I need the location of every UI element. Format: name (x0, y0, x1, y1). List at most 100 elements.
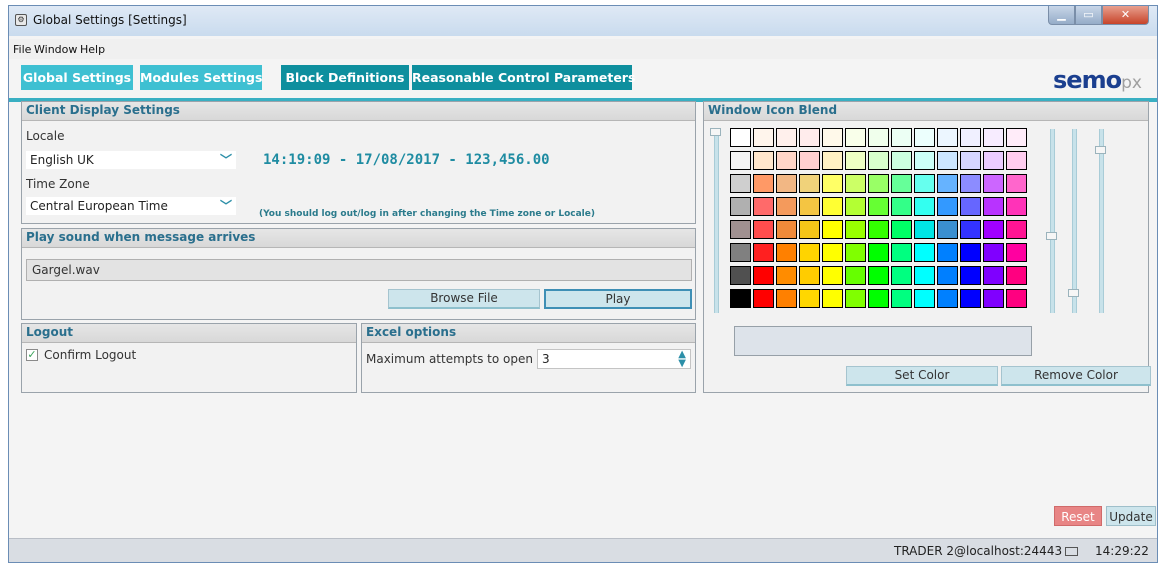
maximize-button[interactable]: ▭ (1075, 6, 1102, 25)
blue-slider-thumb[interactable] (1095, 146, 1106, 154)
color-swatch[interactable] (730, 151, 751, 170)
color-swatch[interactable] (914, 128, 935, 147)
color-swatch[interactable] (776, 128, 797, 147)
color-swatch[interactable] (891, 289, 912, 308)
color-swatch[interactable] (983, 220, 1004, 239)
color-swatch[interactable] (845, 266, 866, 285)
remove-color-button[interactable]: Remove Color (1001, 366, 1151, 386)
max-attempts-spinner[interactable]: 3 ▲ ▼ (537, 349, 691, 369)
color-swatch[interactable] (1006, 289, 1027, 308)
color-swatch[interactable] (799, 174, 820, 193)
color-swatch[interactable] (891, 220, 912, 239)
color-swatch[interactable] (753, 220, 774, 239)
color-swatch[interactable] (868, 220, 889, 239)
color-swatch[interactable] (983, 174, 1004, 193)
color-swatch[interactable] (891, 151, 912, 170)
sound-file-field[interactable]: Gargel.wav (26, 259, 692, 281)
color-swatch[interactable] (914, 289, 935, 308)
color-swatch[interactable] (937, 128, 958, 147)
color-swatch[interactable] (799, 197, 820, 216)
locale-dropdown[interactable]: English UK ﹀ (26, 151, 236, 169)
tab-block-definitions[interactable]: Block Definitions (281, 65, 409, 90)
brightness-slider[interactable] (714, 129, 719, 313)
red-slider-thumb[interactable] (1046, 232, 1057, 240)
color-swatch[interactable] (983, 243, 1004, 262)
color-swatch[interactable] (1006, 243, 1027, 262)
color-swatch[interactable] (891, 128, 912, 147)
color-swatch[interactable] (937, 197, 958, 216)
color-swatch[interactable] (1006, 174, 1027, 193)
tab-modules-settings[interactable]: Modules Settings (140, 65, 262, 90)
color-swatch[interactable] (753, 151, 774, 170)
color-swatch[interactable] (914, 266, 935, 285)
play-button[interactable]: Play (544, 289, 692, 309)
color-swatch[interactable] (960, 174, 981, 193)
color-swatch[interactable] (891, 243, 912, 262)
color-swatch[interactable] (845, 243, 866, 262)
color-swatch[interactable] (891, 197, 912, 216)
color-swatch[interactable] (730, 243, 751, 262)
color-swatch[interactable] (914, 197, 935, 216)
color-swatch[interactable] (822, 174, 843, 193)
color-swatch[interactable] (960, 243, 981, 262)
color-swatch[interactable] (845, 128, 866, 147)
reset-button[interactable]: Reset (1054, 506, 1102, 526)
color-swatch[interactable] (799, 151, 820, 170)
set-color-button[interactable]: Set Color (846, 366, 998, 386)
update-button[interactable]: Update (1106, 506, 1156, 526)
color-swatch[interactable] (845, 197, 866, 216)
color-swatch[interactable] (753, 174, 774, 193)
menu-window[interactable]: Window (34, 43, 77, 56)
color-swatch[interactable] (960, 128, 981, 147)
color-swatch[interactable] (753, 128, 774, 147)
color-swatch[interactable] (776, 174, 797, 193)
color-swatch[interactable] (914, 243, 935, 262)
blue-slider[interactable] (1099, 129, 1104, 313)
color-swatch[interactable] (868, 128, 889, 147)
color-swatch[interactable] (868, 174, 889, 193)
color-swatch[interactable] (753, 197, 774, 216)
color-swatch[interactable] (776, 151, 797, 170)
color-swatch[interactable] (730, 128, 751, 147)
color-swatch[interactable] (799, 266, 820, 285)
color-swatch[interactable] (822, 151, 843, 170)
color-swatch[interactable] (891, 174, 912, 193)
menu-file[interactable]: File (13, 43, 31, 56)
color-swatch[interactable] (960, 289, 981, 308)
color-swatch[interactable] (868, 197, 889, 216)
color-swatch[interactable] (1006, 128, 1027, 147)
green-slider-thumb[interactable] (1068, 289, 1079, 297)
color-swatch[interactable] (845, 220, 866, 239)
color-swatch[interactable] (730, 266, 751, 285)
color-swatch[interactable] (730, 289, 751, 308)
color-swatch[interactable] (937, 266, 958, 285)
brightness-slider-thumb[interactable] (710, 128, 721, 136)
color-swatch[interactable] (937, 289, 958, 308)
color-swatch[interactable] (983, 197, 1004, 216)
menu-help[interactable]: Help (80, 43, 105, 56)
color-swatch[interactable] (822, 220, 843, 239)
green-slider[interactable] (1072, 129, 1077, 313)
color-swatch[interactable] (937, 151, 958, 170)
color-swatch[interactable] (776, 243, 797, 262)
envelope-icon[interactable] (1065, 547, 1078, 556)
color-swatch[interactable] (983, 128, 1004, 147)
color-swatch[interactable] (914, 151, 935, 170)
color-swatch[interactable] (799, 243, 820, 262)
color-swatch[interactable] (776, 197, 797, 216)
timezone-dropdown[interactable]: Central European Time ﹀ (26, 197, 236, 215)
tab-global-settings[interactable]: Global Settings (21, 65, 133, 90)
color-swatch[interactable] (799, 289, 820, 308)
color-swatch[interactable] (822, 128, 843, 147)
color-swatch[interactable] (776, 266, 797, 285)
color-swatch[interactable] (914, 220, 935, 239)
color-swatch[interactable] (1006, 197, 1027, 216)
color-swatch[interactable] (730, 220, 751, 239)
color-swatch[interactable] (937, 243, 958, 262)
red-slider[interactable] (1050, 129, 1055, 313)
color-swatch[interactable] (914, 174, 935, 193)
color-swatch[interactable] (891, 266, 912, 285)
color-swatch[interactable] (868, 243, 889, 262)
color-swatch[interactable] (960, 266, 981, 285)
color-swatch[interactable] (753, 243, 774, 262)
